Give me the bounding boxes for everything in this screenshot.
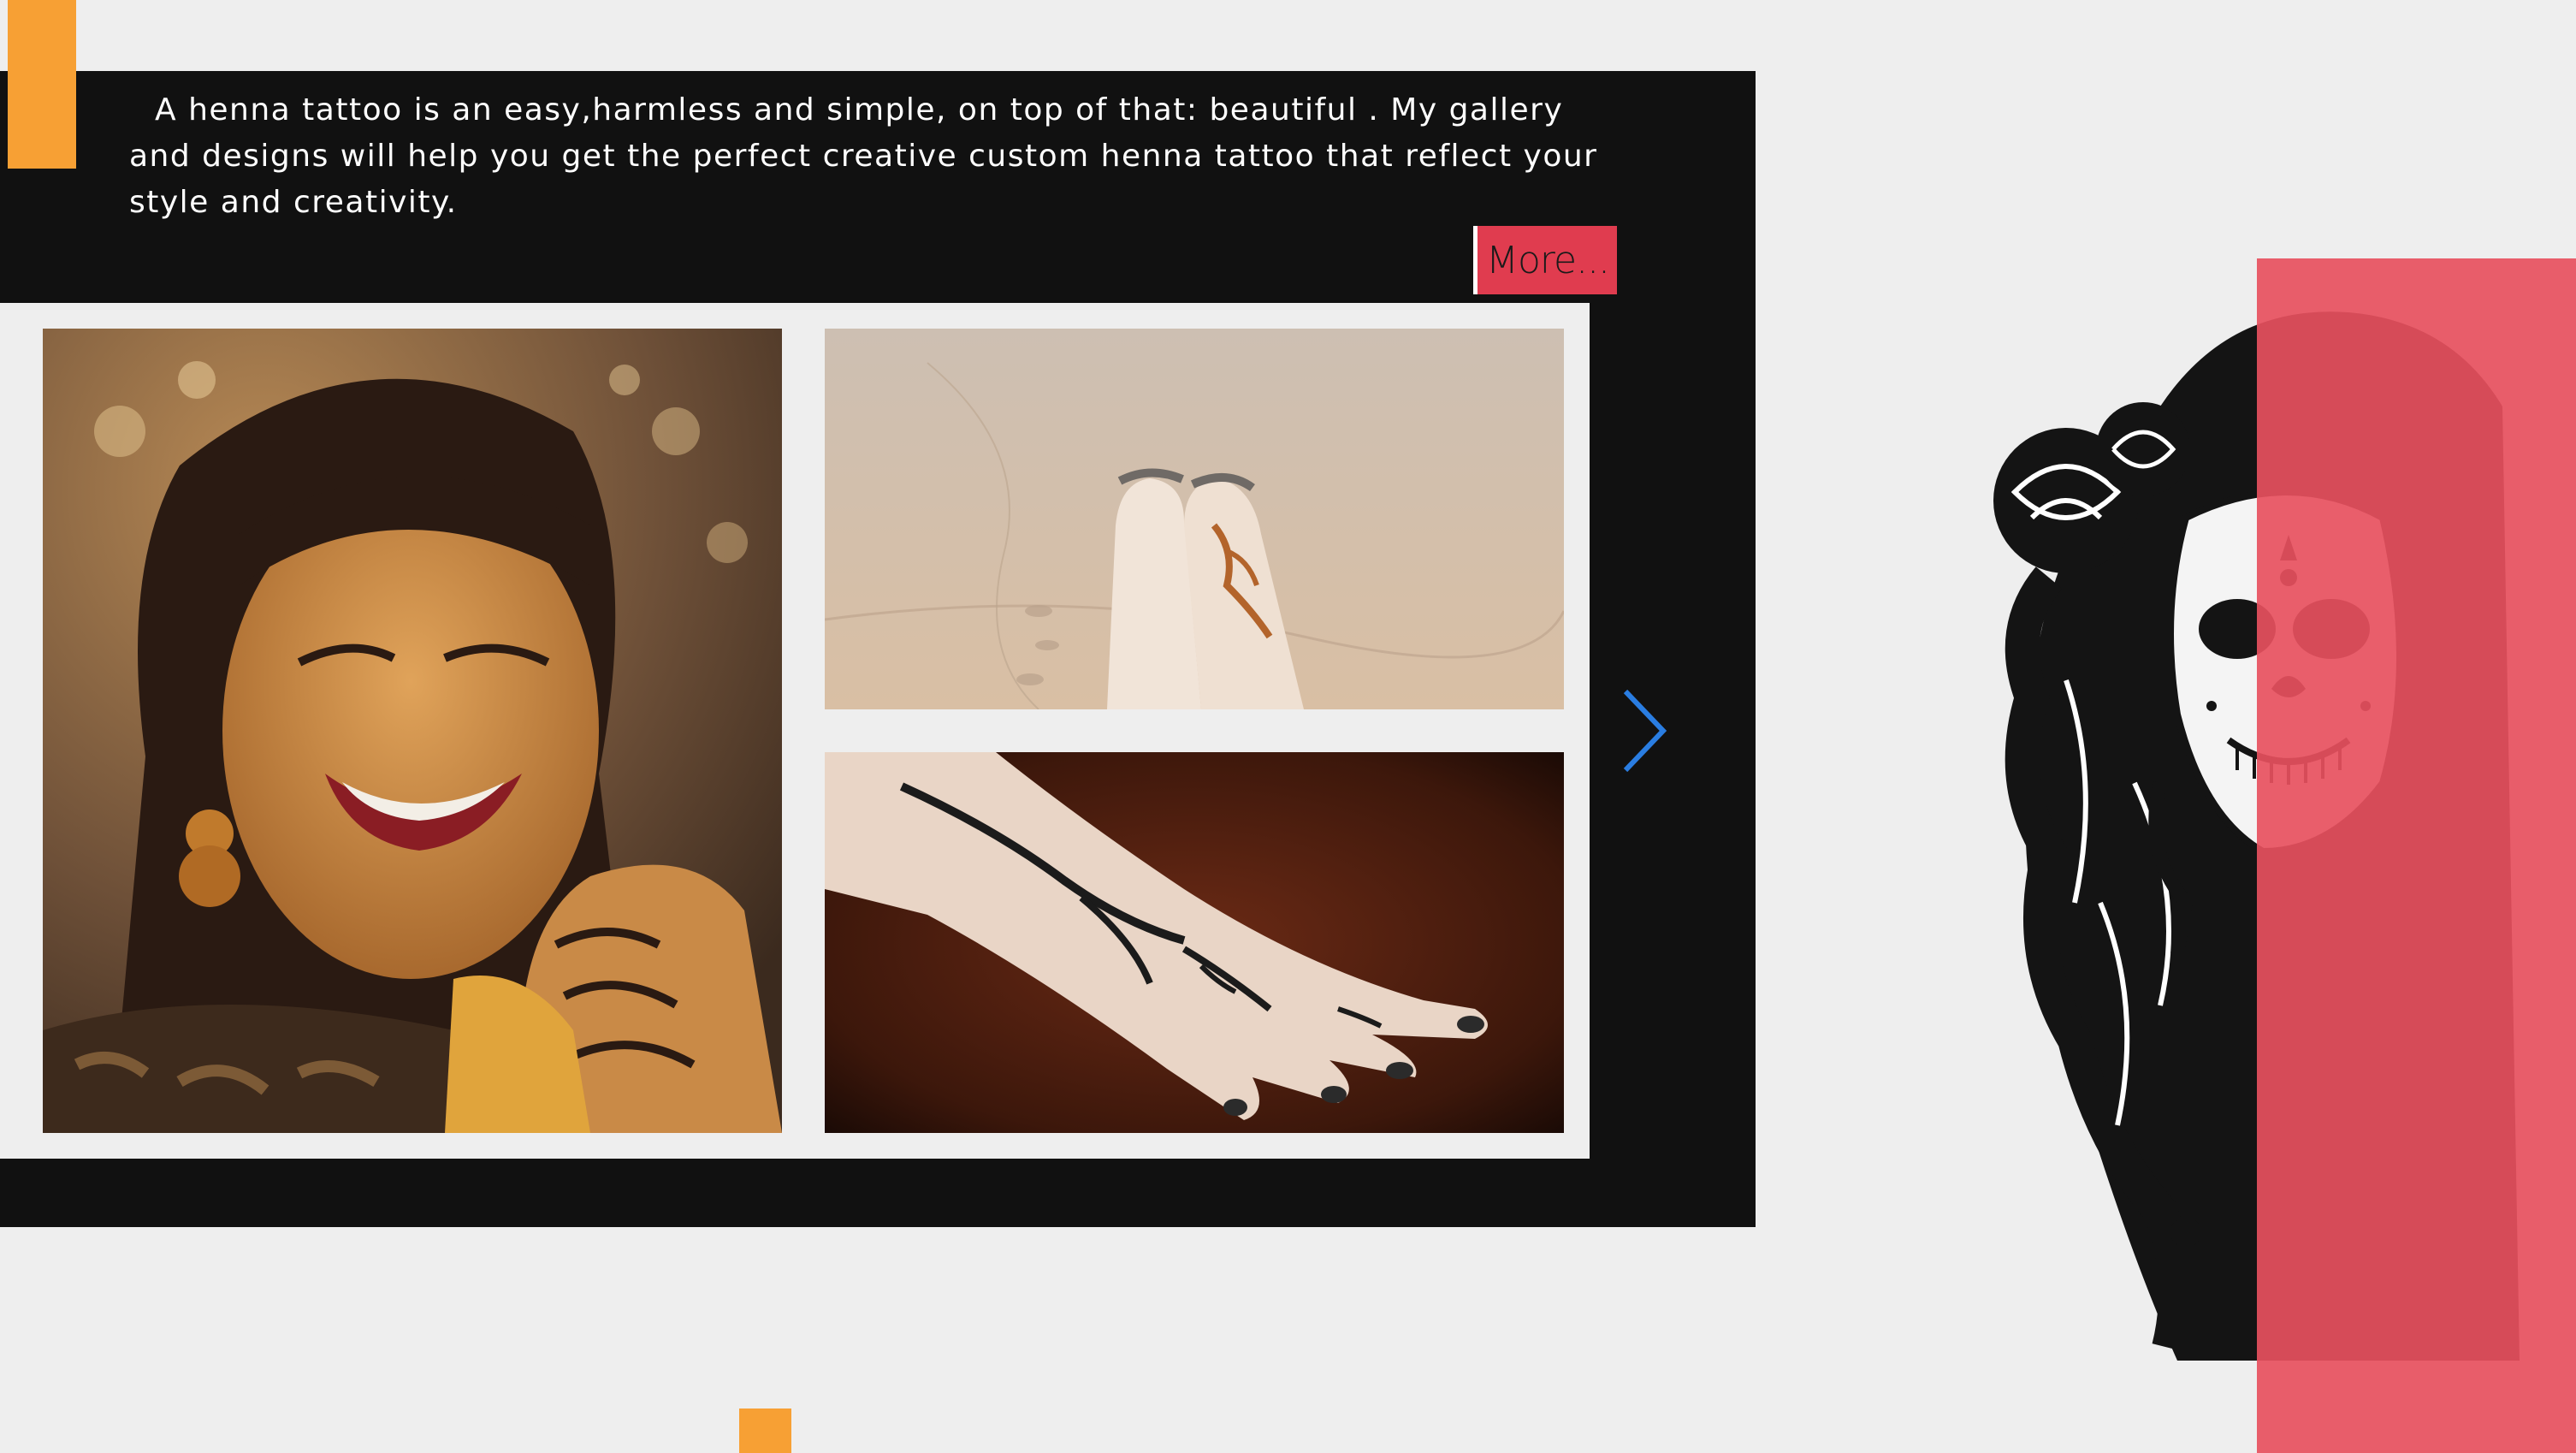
feet-henna-photo [825, 329, 1564, 709]
gallery-image-feet-henna[interactable] [825, 329, 1564, 709]
woman-henna-photo [43, 329, 782, 1133]
gallery-image-hand-henna[interactable] [825, 752, 1564, 1133]
chevron-right-icon[interactable] [1619, 686, 1670, 775]
pink-accent-overlay [2257, 258, 2576, 1453]
more-button[interactable]: More... [1473, 226, 1617, 294]
hand-henna-photo [825, 752, 1564, 1133]
intro-text: A henna tattoo is an easy,harmless and s… [129, 92, 1598, 220]
gallery-image-woman-henna[interactable] [43, 329, 782, 1133]
photo-gallery [0, 303, 1590, 1159]
orange-accent-block-bottom [739, 1409, 791, 1453]
orange-accent-block-top [8, 0, 76, 169]
